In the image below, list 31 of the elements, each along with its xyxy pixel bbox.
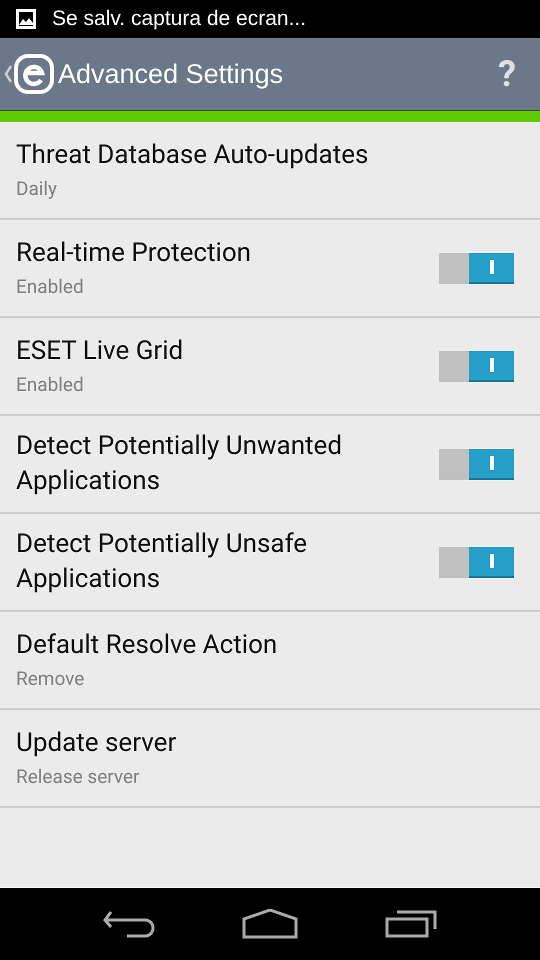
setting-title: Update server (16, 726, 178, 760)
setting-row[interactable]: Update server Release server (0, 710, 540, 808)
home-icon[interactable] (242, 909, 298, 939)
setting-summary: Release server (16, 764, 140, 790)
setting-row[interactable]: Real-time Protection Enabled (0, 220, 540, 318)
recent-apps-icon[interactable] (384, 910, 437, 938)
setting-summary: Remove (16, 666, 86, 692)
setting-row[interactable]: Detect Potentially Unsafe Applications (0, 514, 540, 612)
setting-title: Default Resolve Action (16, 628, 278, 662)
setting-summary: Enabled (16, 372, 85, 398)
setting-title: ESET Live Grid (16, 334, 184, 368)
setting-summary: Enabled (16, 274, 85, 300)
setting-row[interactable]: Threat Database Auto-updates Daily (0, 122, 540, 220)
app-logo-icon (14, 54, 54, 94)
setting-summary: Daily (16, 176, 58, 202)
toggle-switch[interactable] (439, 448, 514, 480)
setting-title: Real-time Protection (16, 236, 252, 270)
setting-row[interactable]: ESET Live Grid Enabled (0, 318, 540, 416)
toggle-switch[interactable] (439, 252, 514, 284)
setting-title: Detect Potentially Unwanted Applications (16, 430, 344, 498)
screen-title: Advanced Settings (58, 58, 284, 91)
back-chevron-icon (4, 65, 12, 83)
toggle-switch[interactable] (439, 350, 514, 382)
setting-row[interactable]: Detect Potentially Unwanted Applications (0, 416, 540, 514)
image-icon (16, 9, 36, 29)
setting-title: Threat Database Auto-updates (16, 138, 370, 172)
setting-title: Detect Potentially Unsafe Applications (16, 528, 308, 596)
setting-row[interactable]: Default Resolve Action Remove (0, 612, 540, 710)
back-icon[interactable] (103, 910, 156, 938)
toggle-switch[interactable] (439, 546, 514, 578)
notification-text: Se salv. captura de ecran... (52, 6, 306, 32)
